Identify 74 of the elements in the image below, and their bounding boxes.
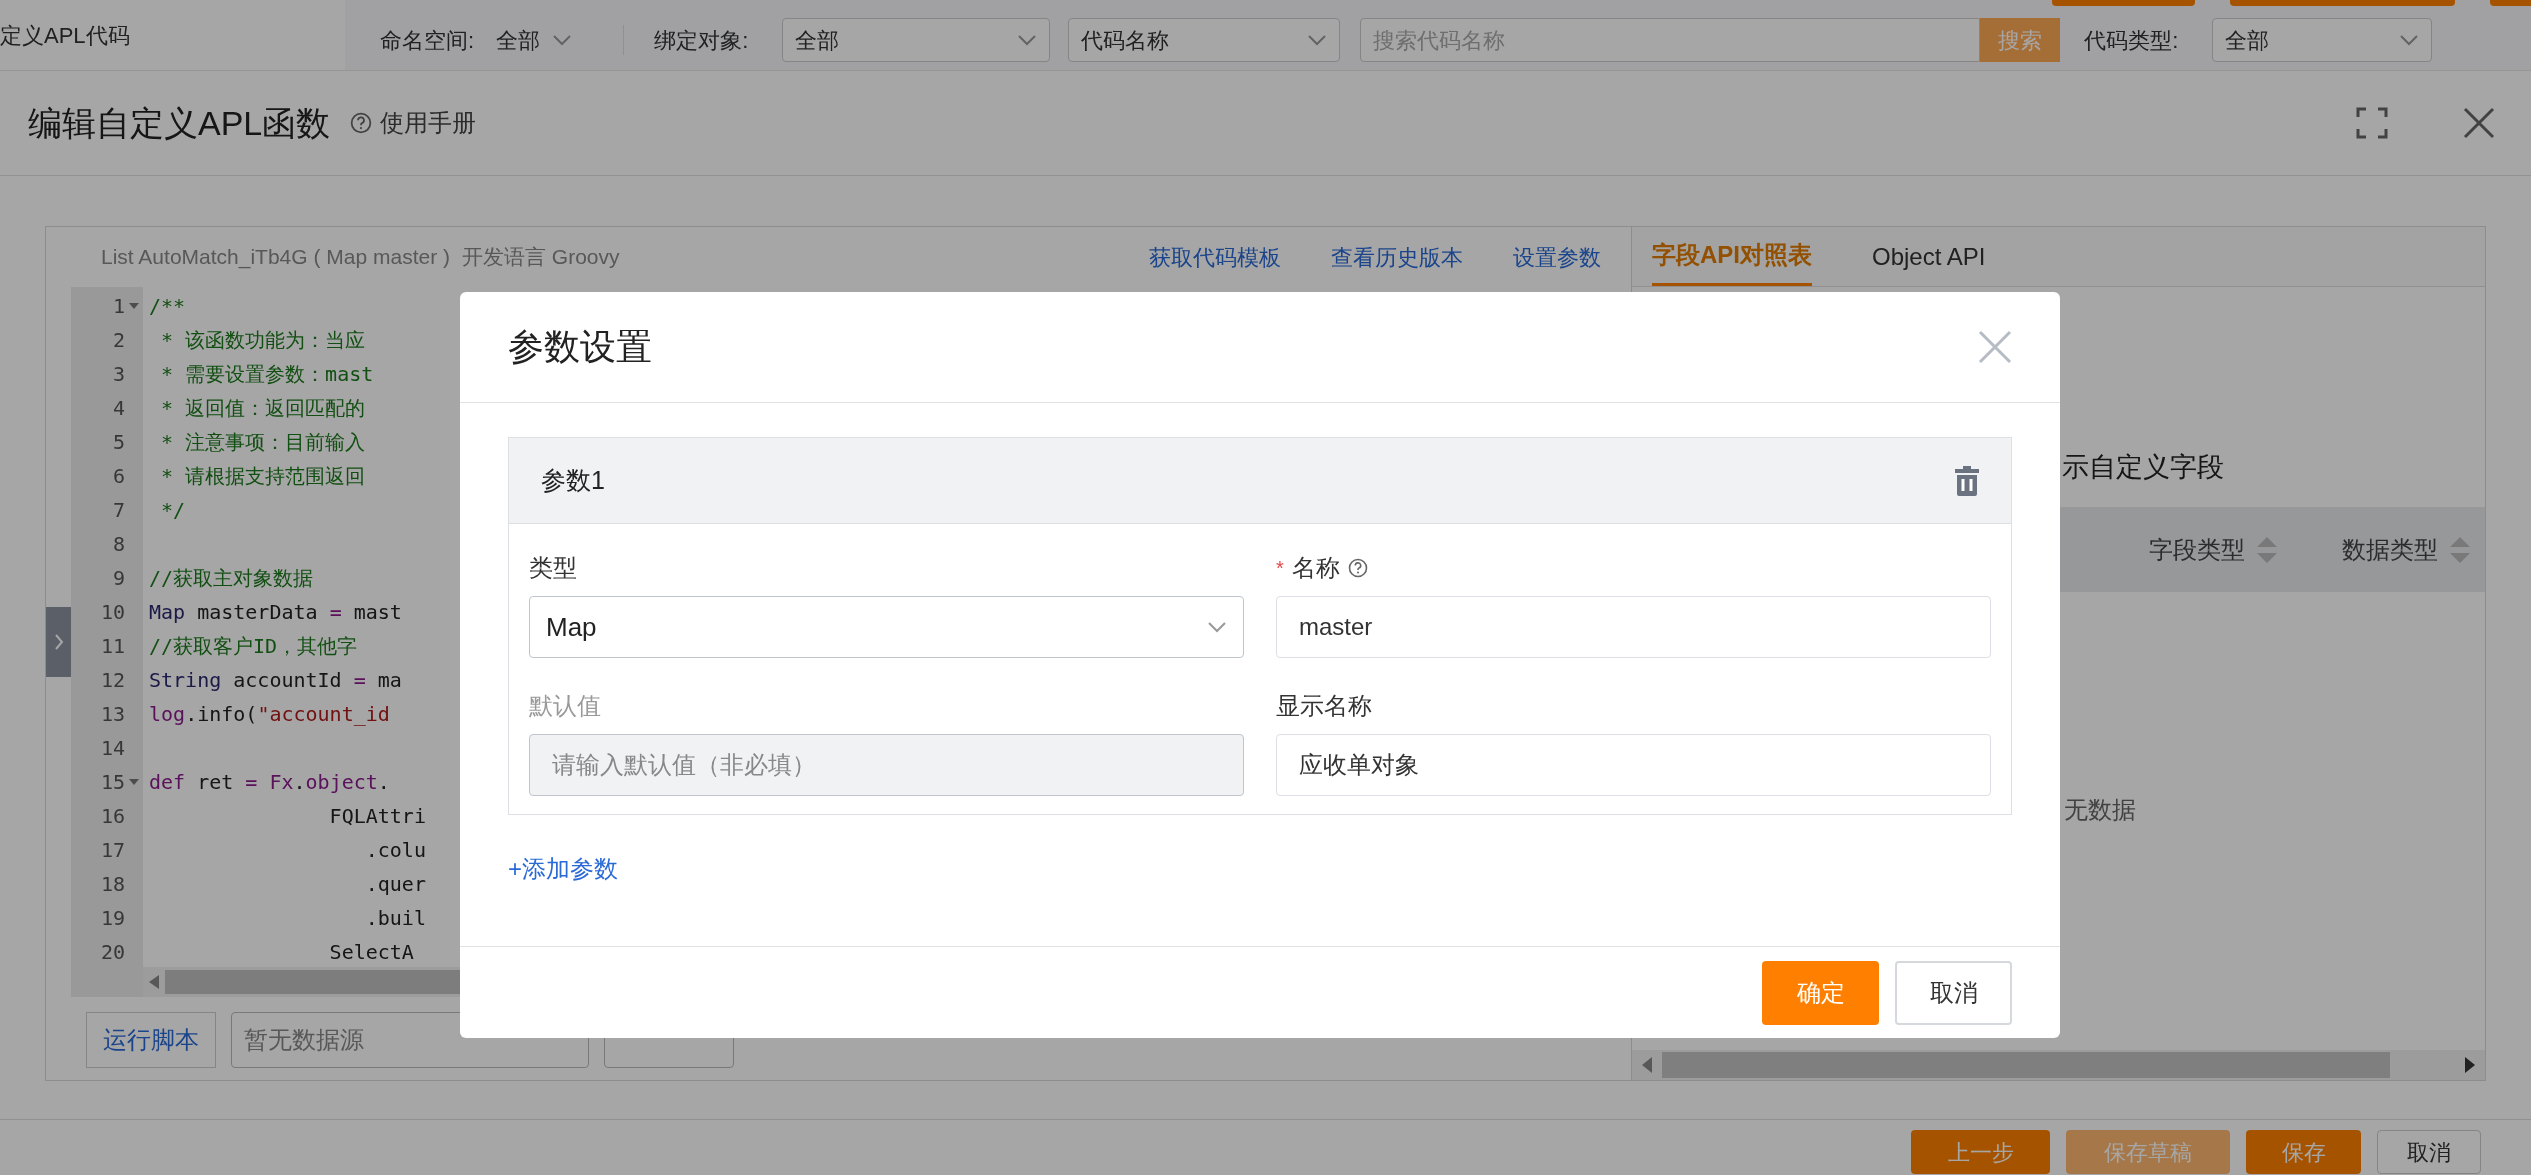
- line-number: 17: [100, 837, 125, 864]
- line-number: 3: [112, 361, 125, 388]
- field-label: 名称: [1291, 553, 1340, 583]
- field-label: 显示名称: [1276, 691, 1372, 721]
- field-label: 类型: [529, 553, 577, 583]
- footer-button[interactable]: 取消: [2377, 1130, 2481, 1174]
- line-number: 20: [100, 939, 125, 966]
- tab[interactable]: 字段API对照表: [1652, 227, 1812, 286]
- filter-label: 绑定对象:: [654, 26, 749, 55]
- custom-fields-label: 示自定义字段: [2062, 451, 2225, 484]
- column-header[interactable]: 字段类型: [2149, 531, 2245, 568]
- namespace-select[interactable]: 全部: [488, 23, 594, 57]
- code-line: * 返回值：返回匹配的: [160, 395, 366, 422]
- line-number: 14: [100, 735, 125, 762]
- line-number: 7: [112, 497, 125, 524]
- code-line: Map masterData = mast: [149, 599, 402, 626]
- modal-button[interactable]: 确定: [1762, 960, 1879, 1025]
- line-number: 16: [100, 803, 125, 830]
- modal-button[interactable]: 取消: [1895, 960, 2012, 1025]
- code-line: */: [160, 497, 186, 524]
- code-line: * 需要设置参数：mast: [160, 361, 374, 388]
- help-link[interactable]: 使用手册: [350, 105, 477, 141]
- code-line: SelectA: [328, 939, 414, 966]
- code-line: /**: [149, 293, 186, 320]
- line-number: 19: [100, 905, 125, 932]
- code-line: //获取主对象数据: [149, 565, 314, 592]
- required-mark: *: [1276, 556, 1284, 581]
- language-label: 开发语言 Groovy: [461, 244, 620, 271]
- function-signature: List AutoMatch_iTb4G ( Map master ): [101, 244, 450, 271]
- code-line: * 请根据支持范围返回: [160, 463, 366, 490]
- line-number: 15: [100, 769, 125, 796]
- editor-link[interactable]: 设置参数: [1513, 240, 1601, 274]
- code-line: * 注意事项：目前输入: [160, 429, 366, 456]
- line-number: 12: [100, 667, 125, 694]
- code-line: FQLAttri: [328, 803, 426, 830]
- line-number: 10: [100, 599, 125, 626]
- code-type-select[interactable]: 全部: [2212, 18, 2433, 62]
- add-parameter-link[interactable]: +添加参数: [508, 851, 618, 887]
- nav-item[interactable]: 定义APL代码: [0, 0, 345, 70]
- line-number: 6: [112, 463, 125, 490]
- code-name-select[interactable]: 代码名称: [1068, 18, 1341, 62]
- filter-label: 代码类型:: [2084, 26, 2179, 55]
- code-line: def ret = Fx.object.: [149, 769, 390, 796]
- line-number: 13: [100, 701, 125, 728]
- dialog-title: 编辑自定义APL函数: [28, 102, 331, 144]
- field-label: 默认值: [529, 691, 601, 721]
- empty-message: 无数据: [2064, 796, 2136, 823]
- code-line: .buil: [364, 905, 426, 932]
- editor-link[interactable]: 查看历史版本: [1331, 240, 1463, 274]
- line-number: 2: [112, 327, 125, 354]
- code-line: .colu: [364, 837, 426, 864]
- input-field[interactable]: master: [1276, 596, 1991, 658]
- input-field[interactable]: 应收单对象: [1276, 734, 1991, 796]
- filter-label: 命名空间:: [380, 26, 475, 55]
- line-number: 9: [112, 565, 125, 592]
- line-number: 11: [100, 633, 125, 660]
- code-line: log.info("account_id: [149, 701, 390, 728]
- line-number: 5: [112, 429, 125, 456]
- bind-object-select[interactable]: 全部: [782, 18, 1051, 62]
- modal-title: 参数设置: [508, 325, 652, 369]
- line-number: 8: [112, 531, 125, 558]
- line-number: 1: [112, 293, 125, 320]
- parameter-title: 参数1: [541, 464, 605, 496]
- run-script-button[interactable]: 运行脚本: [86, 1012, 216, 1068]
- code-line: * 该函数功能为：当应: [160, 327, 366, 354]
- tab[interactable]: Object API: [1872, 227, 1986, 286]
- code-line: //获取客户ID，其他字: [149, 633, 358, 660]
- type-select[interactable]: Map: [529, 596, 1244, 658]
- editor-link[interactable]: 获取代码模板: [1149, 240, 1281, 274]
- code-line: .quer: [364, 871, 426, 898]
- line-number: 4: [112, 395, 125, 422]
- column-header[interactable]: 数据类型: [2342, 531, 2438, 568]
- line-number: 18: [100, 871, 125, 898]
- code-line: String accountId = ma: [149, 667, 402, 694]
